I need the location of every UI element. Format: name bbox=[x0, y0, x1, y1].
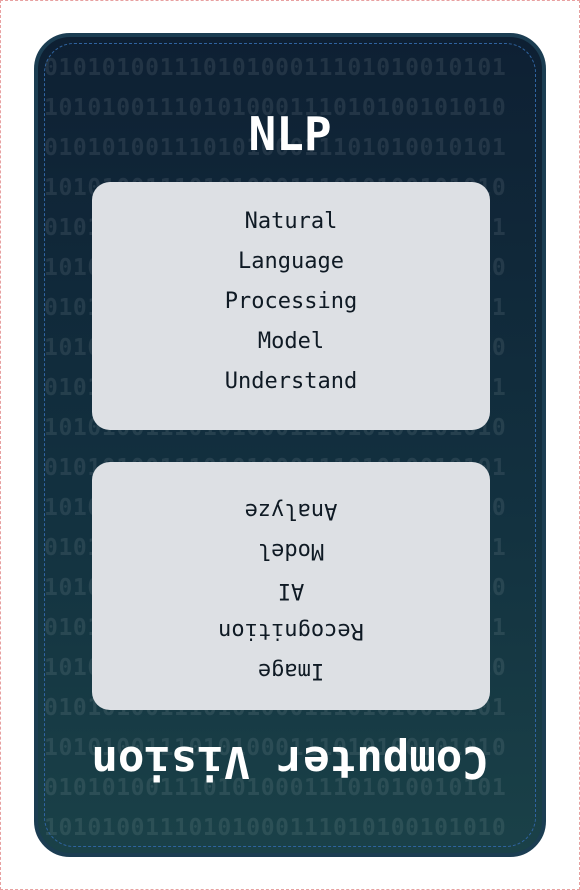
cv-word: Recognition bbox=[218, 618, 364, 643]
cv-title: Computer Vision bbox=[91, 736, 489, 787]
nlp-word: Processing bbox=[224, 289, 358, 314]
cv-word: AI bbox=[277, 578, 305, 603]
cv-panel: Image Recognition AI Model Analyze bbox=[92, 462, 490, 710]
cv-word-list: Image Recognition AI Model Analyze bbox=[92, 490, 490, 690]
nlp-panel: Natural Language Processing Model Unders… bbox=[92, 182, 490, 430]
cv-word: Image bbox=[257, 658, 325, 683]
cv-title-wrap: Computer Vision bbox=[38, 721, 542, 801]
cv-word: Model bbox=[257, 538, 325, 563]
nlp-word-list: Natural Language Processing Model Unders… bbox=[92, 202, 490, 402]
nlp-word: Model bbox=[257, 329, 325, 354]
nlp-word: Language bbox=[238, 249, 344, 274]
binary-row: 10101001110101000111010100101010 bbox=[44, 815, 507, 841]
cv-word: Analyze bbox=[244, 498, 338, 523]
nlp-word: Understand bbox=[224, 369, 358, 394]
nlp-title: NLP bbox=[248, 107, 332, 161]
card: 01010100111010100011101010010101 10101001… bbox=[34, 33, 546, 857]
nlp-word: Natural bbox=[244, 209, 338, 234]
binary-row: 01010100111010100011101010010101 bbox=[44, 55, 507, 81]
